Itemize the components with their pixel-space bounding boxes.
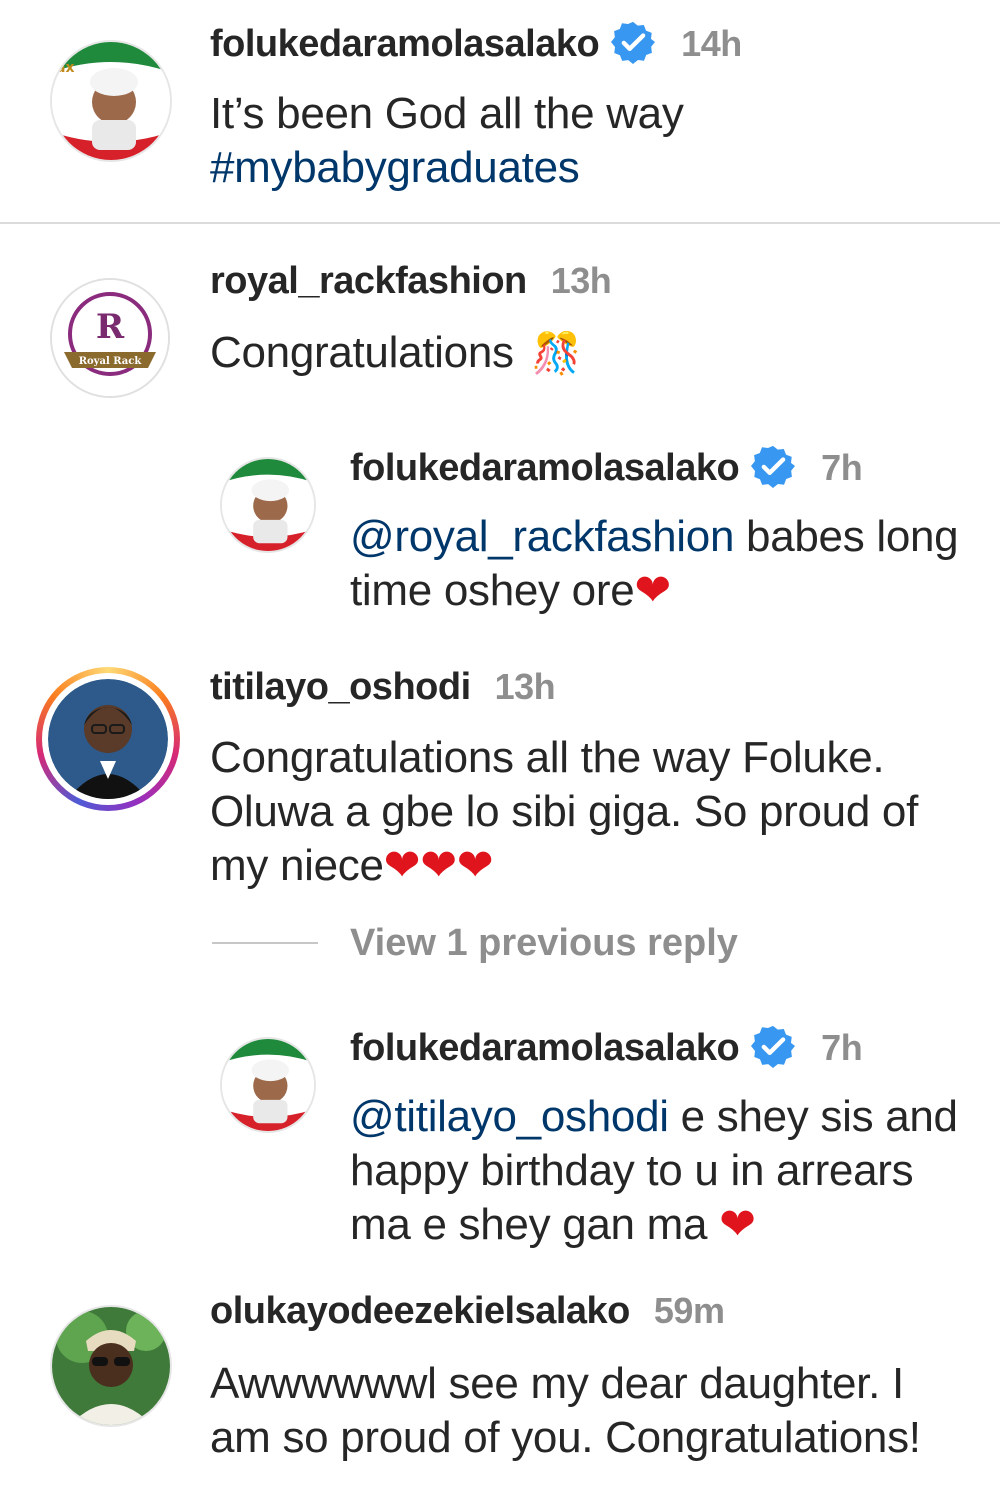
comment-text: Congratulations all the way Foluke. xyxy=(210,733,885,782)
avatar-story-ring[interactable] xyxy=(36,667,180,811)
view-replies-button[interactable]: View 1 previous reply xyxy=(350,922,738,965)
confetti-emoji: 🎊 xyxy=(531,332,582,376)
heart-emoji: ❤ xyxy=(719,1200,756,1249)
verified-badge-icon xyxy=(751,445,796,488)
avatar[interactable]: ax xyxy=(50,40,172,162)
avatar-letters: R xyxy=(96,307,125,347)
comment-text: ma e shey gan ma xyxy=(350,1200,720,1249)
man-portrait-avatar-image xyxy=(52,1307,170,1425)
timestamp: 7h xyxy=(821,447,863,488)
heart-emoji: ❤ xyxy=(634,566,671,615)
verified-badge-icon xyxy=(611,21,656,64)
timestamp: 7h xyxy=(821,1027,863,1068)
timestamp: 13h xyxy=(494,666,556,707)
timestamp: 14h xyxy=(681,23,742,64)
username[interactable]: titilayo_oshodi xyxy=(210,666,471,708)
comment-text: babes long xyxy=(734,512,959,561)
portrait-avatar-image xyxy=(48,679,168,799)
avatar-caption: Royal Rack xyxy=(79,356,143,367)
royal-rack-logo-image: R Royal Rack xyxy=(52,280,168,396)
comment-text: am so proud of you. Congratulations! xyxy=(210,1413,921,1462)
username[interactable]: royal_rackfashion xyxy=(210,260,527,302)
comment-text: happy birthday to u in arrears xyxy=(350,1146,914,1195)
caption-divider xyxy=(0,222,1000,224)
comment-text: time oshey ore xyxy=(350,566,635,615)
comment-text: e shey sis and xyxy=(668,1092,958,1141)
comment-text: my niece xyxy=(210,841,384,890)
timestamp: 13h xyxy=(550,260,612,301)
mention-link[interactable]: @royal_rackfashion xyxy=(350,512,734,561)
chef-avatar-image: ax xyxy=(52,42,170,160)
heart-emoji: ❤❤❤ xyxy=(383,841,494,890)
mention-link[interactable]: @titilayo_oshodi xyxy=(350,1092,669,1141)
chef-avatar-image xyxy=(222,459,314,551)
username[interactable]: folukedaramolasalako xyxy=(350,447,740,489)
comment-text: Oluwa a gbe lo sibi giga. So proud of xyxy=(210,787,919,836)
avatar[interactable] xyxy=(50,1305,172,1427)
comment-text: Congratulations xyxy=(210,328,514,377)
username[interactable]: folukedaramolasalako xyxy=(350,1027,740,1069)
chef-avatar-image xyxy=(222,1039,314,1131)
username[interactable]: folukedaramolasalako xyxy=(210,23,600,65)
timestamp: 59m xyxy=(653,1290,725,1331)
hashtag-link[interactable]: #mybabygraduates xyxy=(210,141,990,195)
comment-text: Awwwwwwl see my dear daughter. I xyxy=(210,1359,904,1408)
comment-text: It’s been God all the way xyxy=(210,89,684,138)
svg-text:ax: ax xyxy=(56,60,74,76)
avatar[interactable]: R Royal Rack xyxy=(50,278,170,398)
avatar[interactable] xyxy=(220,457,316,553)
username[interactable]: olukayodeezekielsalako xyxy=(210,1290,630,1332)
verified-badge-icon xyxy=(751,1025,796,1068)
avatar[interactable] xyxy=(220,1037,316,1133)
view-replies-line xyxy=(212,942,318,944)
